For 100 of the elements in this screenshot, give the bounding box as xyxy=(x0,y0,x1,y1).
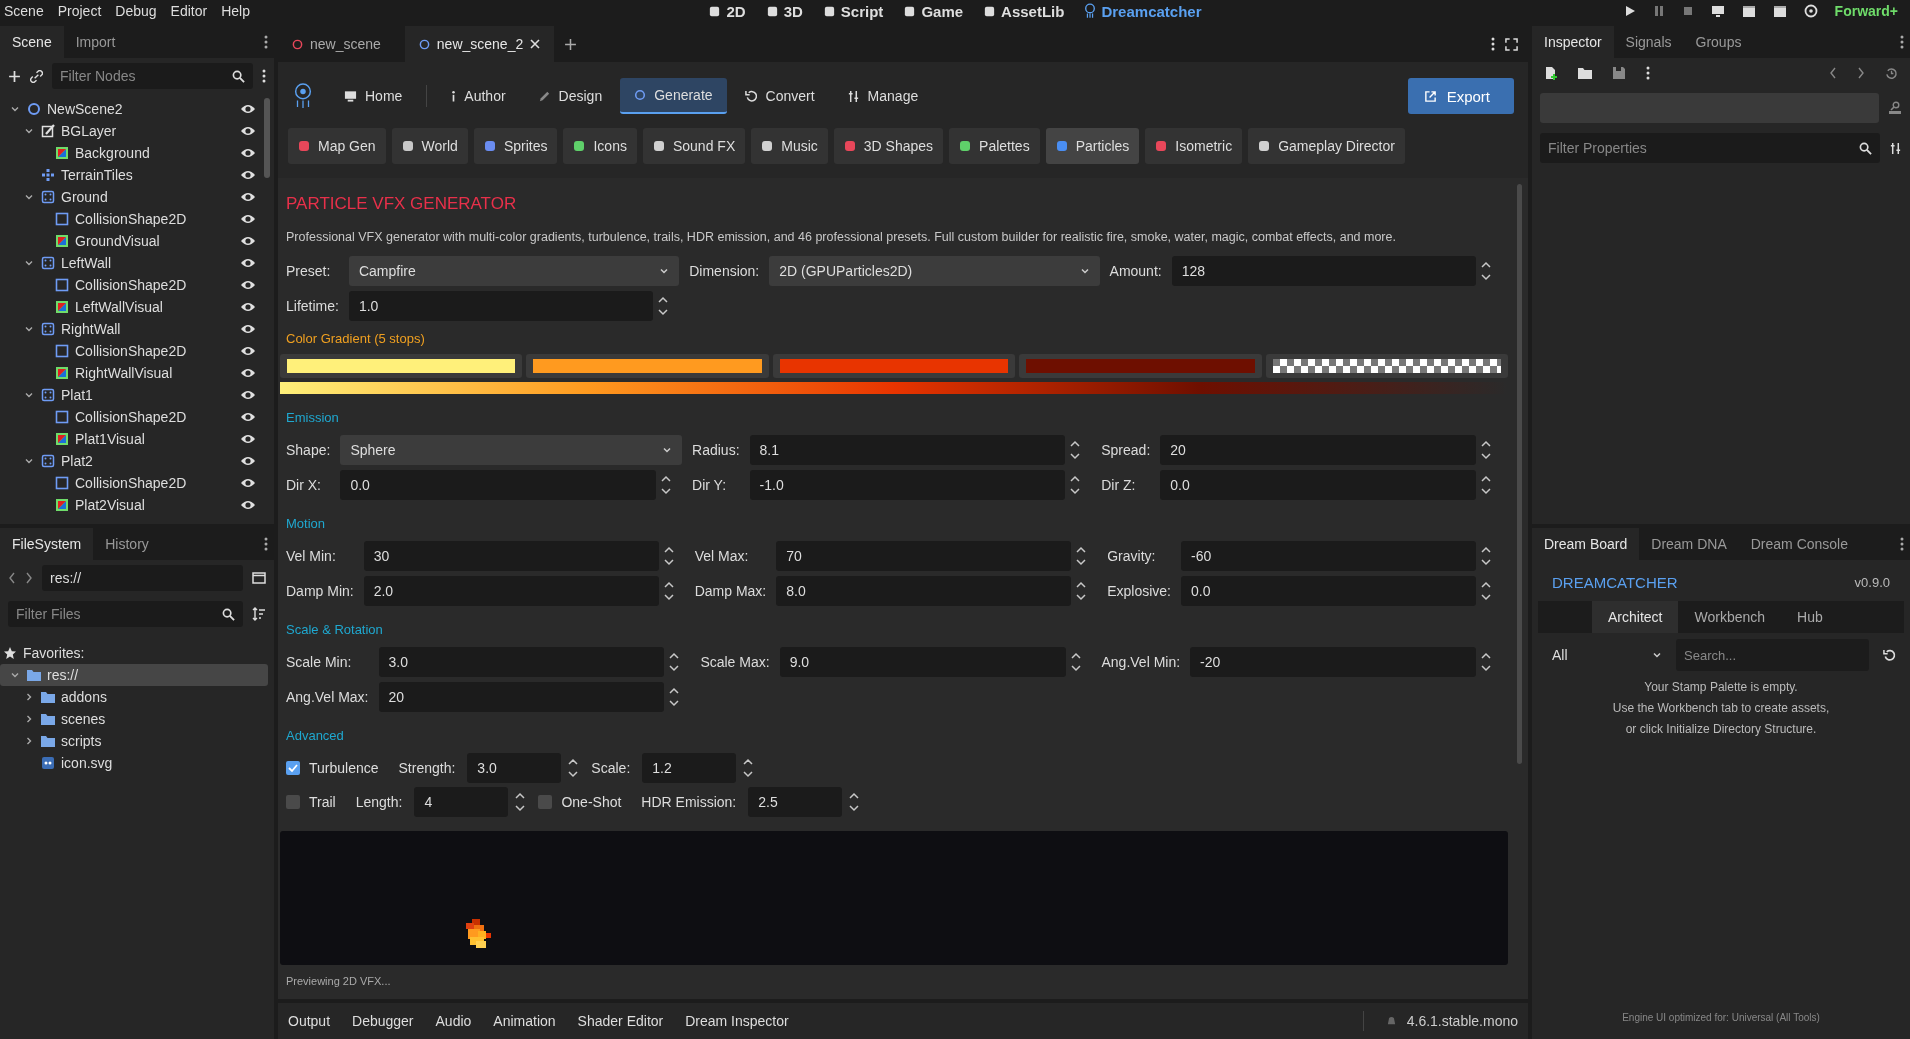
eye-icon[interactable] xyxy=(240,455,256,467)
chevron-down-icon[interactable] xyxy=(10,104,20,114)
fullscreen-icon[interactable] xyxy=(1505,37,1518,51)
spinner-arrows-icon[interactable] xyxy=(660,473,673,497)
spinner-arrows-icon[interactable] xyxy=(668,650,681,674)
scene-tab[interactable]: new_scene xyxy=(278,26,395,62)
node-label[interactable]: LeftWallVisual xyxy=(75,299,234,315)
node-label[interactable]: BGLayer xyxy=(61,123,234,139)
eye-icon[interactable] xyxy=(240,411,256,423)
node-label[interactable]: Plat2Visual xyxy=(75,497,234,513)
bottom-panel-tab[interactable]: Debugger xyxy=(352,1013,414,1029)
node-label[interactable]: TerrainTiles xyxy=(61,167,234,183)
nav-tab[interactable]: Convert xyxy=(730,78,829,114)
generator-button[interactable]: Sprites xyxy=(473,128,558,164)
number-field[interactable]: 1.0 xyxy=(348,291,654,321)
number-field[interactable]: 8.1 xyxy=(749,435,1066,465)
chevron-down-icon[interactable] xyxy=(24,258,34,268)
number-field[interactable]: 3.0 xyxy=(378,647,665,677)
generator-button[interactable]: Music xyxy=(751,128,828,164)
spinner-arrows-icon[interactable] xyxy=(1069,473,1082,497)
sort-icon[interactable] xyxy=(252,607,266,621)
new-file-icon[interactable] xyxy=(1544,66,1558,80)
dropdown[interactable]: Sphere xyxy=(340,435,683,465)
doc-search-icon[interactable] xyxy=(1888,101,1902,115)
filter-field[interactable]: Filter Files xyxy=(8,601,243,627)
bottom-panel-tab[interactable]: Animation xyxy=(493,1013,556,1029)
eye-icon[interactable] xyxy=(240,191,256,203)
pause-icon[interactable] xyxy=(1652,5,1665,17)
generator-button[interactable]: Isometric xyxy=(1145,128,1243,164)
workspace-tab[interactable]: 3D xyxy=(765,2,803,20)
dock-tab[interactable]: Inspector xyxy=(1532,26,1614,58)
spinner-arrows-icon[interactable] xyxy=(742,756,755,780)
spinner-arrows-icon[interactable] xyxy=(1069,438,1082,462)
chevron-right-icon[interactable] xyxy=(24,736,34,746)
eye-icon[interactable] xyxy=(240,499,256,511)
menu-item[interactable]: Project xyxy=(57,3,102,19)
dock-tab[interactable]: Groups xyxy=(1683,26,1754,58)
eye-icon[interactable] xyxy=(240,125,256,137)
dock-tab[interactable]: Dream Board xyxy=(1532,528,1640,560)
nav-tab[interactable]: Generate xyxy=(620,78,727,114)
generator-button[interactable]: World xyxy=(391,128,468,164)
back-icon[interactable] xyxy=(8,572,16,584)
chevron-right-icon[interactable] xyxy=(24,714,34,724)
menu-item[interactable]: Help xyxy=(221,3,250,19)
chevron-right-icon[interactable] xyxy=(24,692,34,702)
play-icon[interactable] xyxy=(1623,5,1636,17)
nav-tab[interactable]: Design xyxy=(523,78,617,114)
category-dropdown[interactable]: All xyxy=(1552,640,1662,670)
tools-icon[interactable] xyxy=(1889,141,1902,155)
number-field[interactable]: 2.5 xyxy=(748,787,843,817)
file-label[interactable]: icon.svg xyxy=(61,755,262,771)
bottom-panel-tab[interactable]: Shader Editor xyxy=(577,1013,664,1029)
number-field[interactable]: -1.0 xyxy=(749,470,1066,500)
generator-button[interactable]: Map Gen xyxy=(288,128,386,164)
path-field[interactable]: res:// xyxy=(42,565,243,591)
spinner-arrows-icon[interactable] xyxy=(1480,650,1492,674)
scrollbar[interactable] xyxy=(1516,184,1522,764)
dock-tab[interactable]: Dream Console xyxy=(1738,528,1860,560)
color-stop[interactable] xyxy=(1019,354,1262,378)
dock-tab[interactable]: History xyxy=(93,528,161,560)
eye-icon[interactable] xyxy=(240,389,256,401)
more-icon[interactable] xyxy=(1491,37,1495,51)
sub-tab[interactable]: Workbench xyxy=(1678,601,1782,633)
node-label[interactable]: Ground xyxy=(61,189,234,205)
file-label[interactable]: addons xyxy=(61,689,262,705)
node-label[interactable]: CollisionShape2D xyxy=(75,277,234,293)
spinner-arrows-icon[interactable] xyxy=(1480,473,1492,497)
number-field[interactable]: 8.0 xyxy=(776,576,1072,606)
eye-icon[interactable] xyxy=(240,279,256,291)
nav-tab[interactable]: Home xyxy=(330,78,417,114)
number-field[interactable]: -20 xyxy=(1190,647,1476,677)
node-label[interactable]: NewScene2 xyxy=(47,101,234,117)
back-icon[interactable] xyxy=(1829,67,1837,79)
spinner-arrows-icon[interactable] xyxy=(662,579,675,603)
search-field[interactable]: Search... xyxy=(1676,639,1869,671)
chevron-down-icon[interactable] xyxy=(24,390,34,400)
dock-tab[interactable]: Scene xyxy=(0,26,64,58)
dropdown[interactable]: Campfire xyxy=(348,256,680,286)
node-label[interactable]: RightWallVisual xyxy=(75,365,234,381)
nav-tab[interactable]: Manage xyxy=(832,78,933,114)
node-label[interactable]: Plat1 xyxy=(61,387,234,403)
number-field[interactable]: 0.0 xyxy=(1181,576,1476,606)
movie-icon[interactable] xyxy=(1803,4,1818,18)
node-label[interactable]: CollisionShape2D xyxy=(75,409,234,425)
spinner-arrows-icon[interactable] xyxy=(1075,579,1088,603)
number-field[interactable]: 3.0 xyxy=(467,753,562,783)
eye-icon[interactable] xyxy=(240,433,256,445)
export-button[interactable]: Export xyxy=(1407,78,1514,114)
spinner-arrows-icon[interactable] xyxy=(567,756,580,780)
history-icon[interactable] xyxy=(1885,66,1898,80)
spinner-arrows-icon[interactable] xyxy=(662,544,675,568)
eye-icon[interactable] xyxy=(240,103,256,115)
dock-tab[interactable]: FileSystem xyxy=(0,528,94,560)
workspace-tab[interactable]: 2D xyxy=(708,2,746,20)
spinner-arrows-icon[interactable] xyxy=(1069,650,1082,674)
save-icon[interactable] xyxy=(1612,66,1626,80)
eye-icon[interactable] xyxy=(240,323,256,335)
plus-icon[interactable] xyxy=(564,37,578,51)
eye-icon[interactable] xyxy=(240,367,256,379)
chevron-down-icon[interactable] xyxy=(24,456,34,466)
